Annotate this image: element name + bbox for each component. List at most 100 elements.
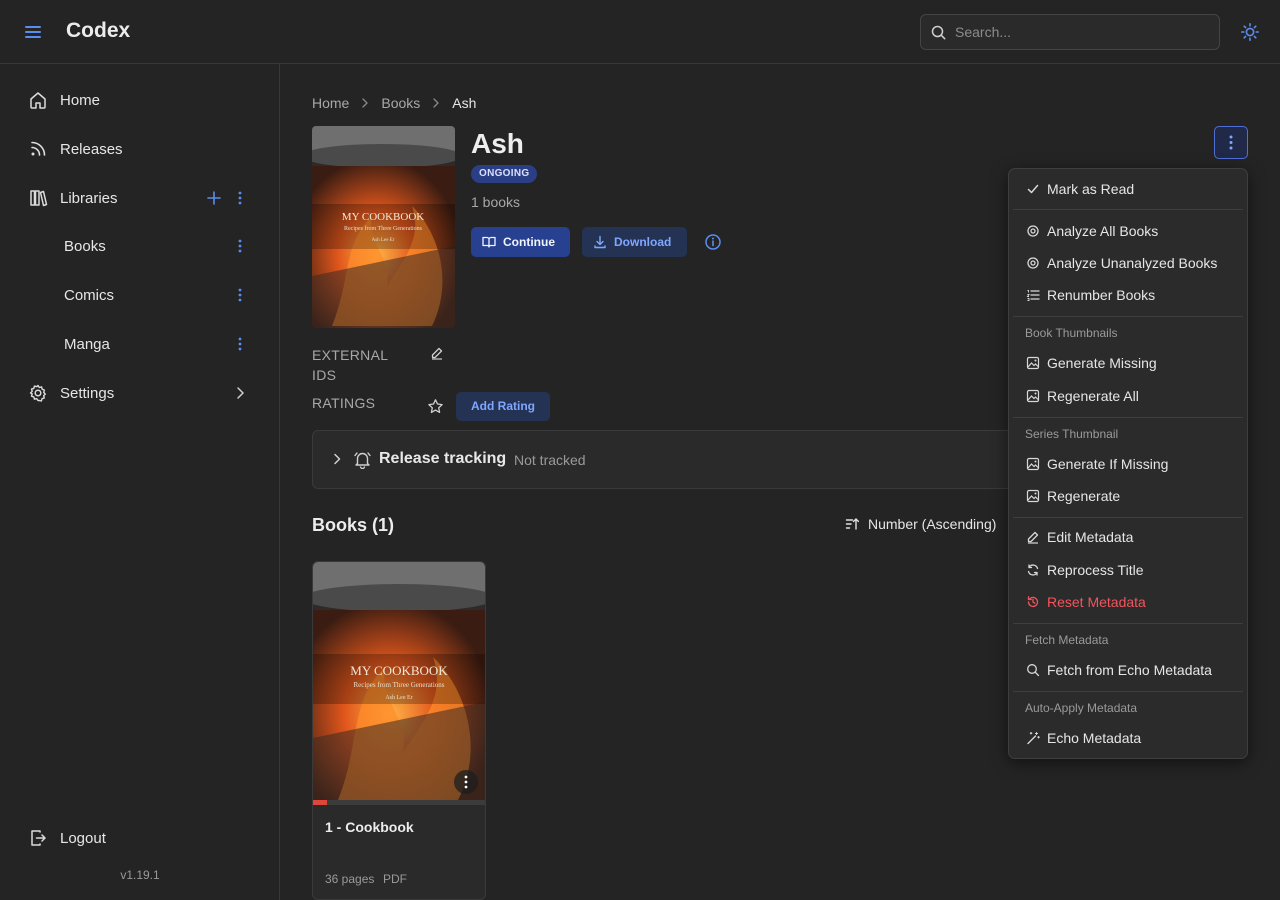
search-box[interactable] bbox=[920, 14, 1220, 50]
ratings-label: RATINGS bbox=[312, 395, 376, 411]
menu-section-book-thumbnails: Book Thumbnails bbox=[1025, 326, 1118, 340]
search-icon bbox=[1027, 664, 1040, 677]
book-card[interactable]: MY COOKBOOK Recipes from Three Generatio… bbox=[312, 561, 486, 900]
breadcrumb-home[interactable]: Home bbox=[312, 95, 349, 111]
release-tracking-panel[interactable]: Release tracking Not tracked bbox=[312, 430, 1032, 489]
sidebar-item-logout[interactable]: Logout bbox=[16, 818, 264, 858]
sidebar-item-manga[interactable]: Manga bbox=[16, 324, 264, 364]
open-book-icon bbox=[482, 236, 496, 248]
edit-external-ids-icon[interactable] bbox=[430, 346, 444, 360]
books-more-icon[interactable] bbox=[232, 238, 248, 254]
add-rating-button[interactable]: Add Rating bbox=[456, 392, 550, 421]
series-actions-button[interactable] bbox=[1214, 126, 1248, 159]
book-actions-button[interactable] bbox=[454, 770, 478, 794]
menu-item-label: Mark as Read bbox=[1047, 181, 1135, 197]
bell-icon bbox=[354, 452, 371, 469]
sidebar-item-comics[interactable]: Comics bbox=[16, 275, 264, 315]
menu-item-label: Edit Metadata bbox=[1047, 529, 1134, 545]
continue-button[interactable]: Continue bbox=[471, 227, 570, 257]
image-icon bbox=[1026, 457, 1040, 471]
refresh-icon bbox=[1027, 564, 1039, 576]
magic-wand-icon bbox=[1027, 731, 1040, 745]
sort-ascending-icon bbox=[845, 518, 859, 530]
hamburger-menu-icon[interactable] bbox=[22, 21, 44, 43]
sidebar-item-label: Comics bbox=[64, 287, 115, 304]
sidebar-item-libraries[interactable]: Libraries bbox=[16, 178, 264, 218]
menu-section-series-thumbnail: Series Thumbnail bbox=[1025, 427, 1119, 441]
sidebar-item-home[interactable]: Home bbox=[16, 80, 264, 120]
thumb-title-text: MY COOKBOOK bbox=[350, 663, 448, 678]
manga-more-icon[interactable] bbox=[232, 336, 248, 352]
menu-divider bbox=[1013, 209, 1243, 210]
more-vertical-icon bbox=[464, 775, 468, 789]
menu-item-generate-missing[interactable]: Generate Missing bbox=[1009, 348, 1247, 378]
info-icon[interactable] bbox=[704, 233, 722, 251]
sort-select[interactable]: Number (Ascending) bbox=[845, 516, 996, 532]
menu-divider bbox=[1013, 691, 1243, 692]
sidebar-item-releases[interactable]: Releases bbox=[16, 129, 264, 169]
chevron-right-icon bbox=[237, 387, 244, 399]
top-bar: Codex bbox=[0, 0, 1280, 64]
menu-item-reprocess-title[interactable]: Reprocess Title bbox=[1009, 555, 1247, 585]
release-tracking-status: Not tracked bbox=[514, 452, 586, 468]
home-icon bbox=[30, 92, 46, 109]
book-title[interactable]: 1 - Cookbook bbox=[325, 819, 414, 835]
library-books-icon bbox=[30, 190, 48, 207]
logout-icon bbox=[31, 830, 46, 846]
menu-item-regenerate[interactable]: Regenerate bbox=[1009, 481, 1247, 511]
menu-item-label: Regenerate bbox=[1047, 488, 1121, 504]
menu-item-label: Regenerate All bbox=[1047, 388, 1139, 404]
sort-label: Number (Ascending) bbox=[868, 516, 997, 532]
menu-item-label: Reprocess Title bbox=[1047, 562, 1144, 578]
menu-item-generate-if-missing[interactable]: Generate If Missing bbox=[1009, 449, 1247, 479]
edit-icon bbox=[1027, 531, 1039, 544]
continue-label: Continue bbox=[503, 235, 555, 249]
menu-item-label: Analyze Unanalyzed Books bbox=[1047, 255, 1218, 271]
menu-item-fetch-echo[interactable]: Fetch from Echo Metadata bbox=[1009, 655, 1247, 685]
sidebar-item-label: Releases bbox=[60, 141, 123, 158]
theme-toggle-sun-icon[interactable] bbox=[1240, 22, 1260, 42]
breadcrumb-current: Ash bbox=[452, 95, 477, 111]
menu-item-label: Echo Metadata bbox=[1047, 730, 1142, 746]
breadcrumb-books[interactable]: Books bbox=[381, 95, 420, 111]
menu-item-label: Reset Metadata bbox=[1047, 594, 1146, 610]
app-title[interactable]: Codex bbox=[66, 19, 130, 43]
thumb-subtitle-text: Recipes from Three Generations bbox=[353, 681, 444, 689]
menu-item-mark-as-read[interactable]: Mark as Read bbox=[1009, 174, 1247, 204]
sidebar: Home Releases Libraries Books Comics Man… bbox=[0, 64, 280, 900]
add-library-icon[interactable] bbox=[206, 190, 222, 206]
sidebar-item-label: Settings bbox=[60, 385, 115, 402]
sidebar-item-label: Home bbox=[60, 92, 101, 109]
sidebar-item-label: Libraries bbox=[60, 190, 118, 207]
cover-subtitle-text: Recipes from Three Generations bbox=[344, 225, 423, 232]
cover-title-text: MY COOKBOOK bbox=[342, 211, 424, 223]
menu-item-reset-metadata[interactable]: Reset Metadata bbox=[1009, 587, 1247, 617]
menu-item-label: Analyze All Books bbox=[1047, 223, 1159, 239]
menu-item-label: Generate If Missing bbox=[1047, 456, 1169, 472]
menu-divider bbox=[1013, 316, 1243, 317]
menu-section-auto-apply: Auto-Apply Metadata bbox=[1025, 701, 1138, 715]
search-input[interactable] bbox=[955, 15, 1205, 49]
menu-item-edit-metadata[interactable]: Edit Metadata bbox=[1009, 522, 1247, 552]
breadcrumb: Home Books Ash bbox=[312, 95, 476, 111]
thumb-author-text: Ash Lee Er bbox=[385, 695, 412, 701]
libraries-more-icon[interactable] bbox=[232, 190, 248, 206]
numbered-list-icon bbox=[1026, 290, 1040, 301]
sidebar-item-books[interactable]: Books bbox=[16, 226, 264, 266]
sidebar-item-label: Logout bbox=[60, 830, 106, 847]
menu-item-renumber[interactable]: Renumber Books bbox=[1009, 280, 1247, 310]
image-icon bbox=[1026, 389, 1040, 403]
book-format: PDF bbox=[383, 872, 407, 886]
star-icon[interactable] bbox=[427, 398, 444, 415]
menu-item-echo-metadata[interactable]: Echo Metadata bbox=[1009, 723, 1247, 753]
menu-item-analyze-all[interactable]: Analyze All Books bbox=[1009, 216, 1247, 246]
download-button[interactable]: Download bbox=[582, 227, 687, 257]
comics-more-icon[interactable] bbox=[232, 287, 248, 303]
analyze-icon bbox=[1027, 257, 1039, 269]
menu-item-regenerate-all[interactable]: Regenerate All bbox=[1009, 381, 1247, 411]
menu-item-label: Renumber Books bbox=[1047, 287, 1156, 303]
reading-progress-fill bbox=[313, 800, 327, 805]
menu-item-analyze-unanalyzed[interactable]: Analyze Unanalyzed Books bbox=[1009, 248, 1247, 278]
external-ids-label-line2: IDS bbox=[312, 367, 337, 383]
sidebar-item-settings[interactable]: Settings bbox=[16, 373, 264, 413]
